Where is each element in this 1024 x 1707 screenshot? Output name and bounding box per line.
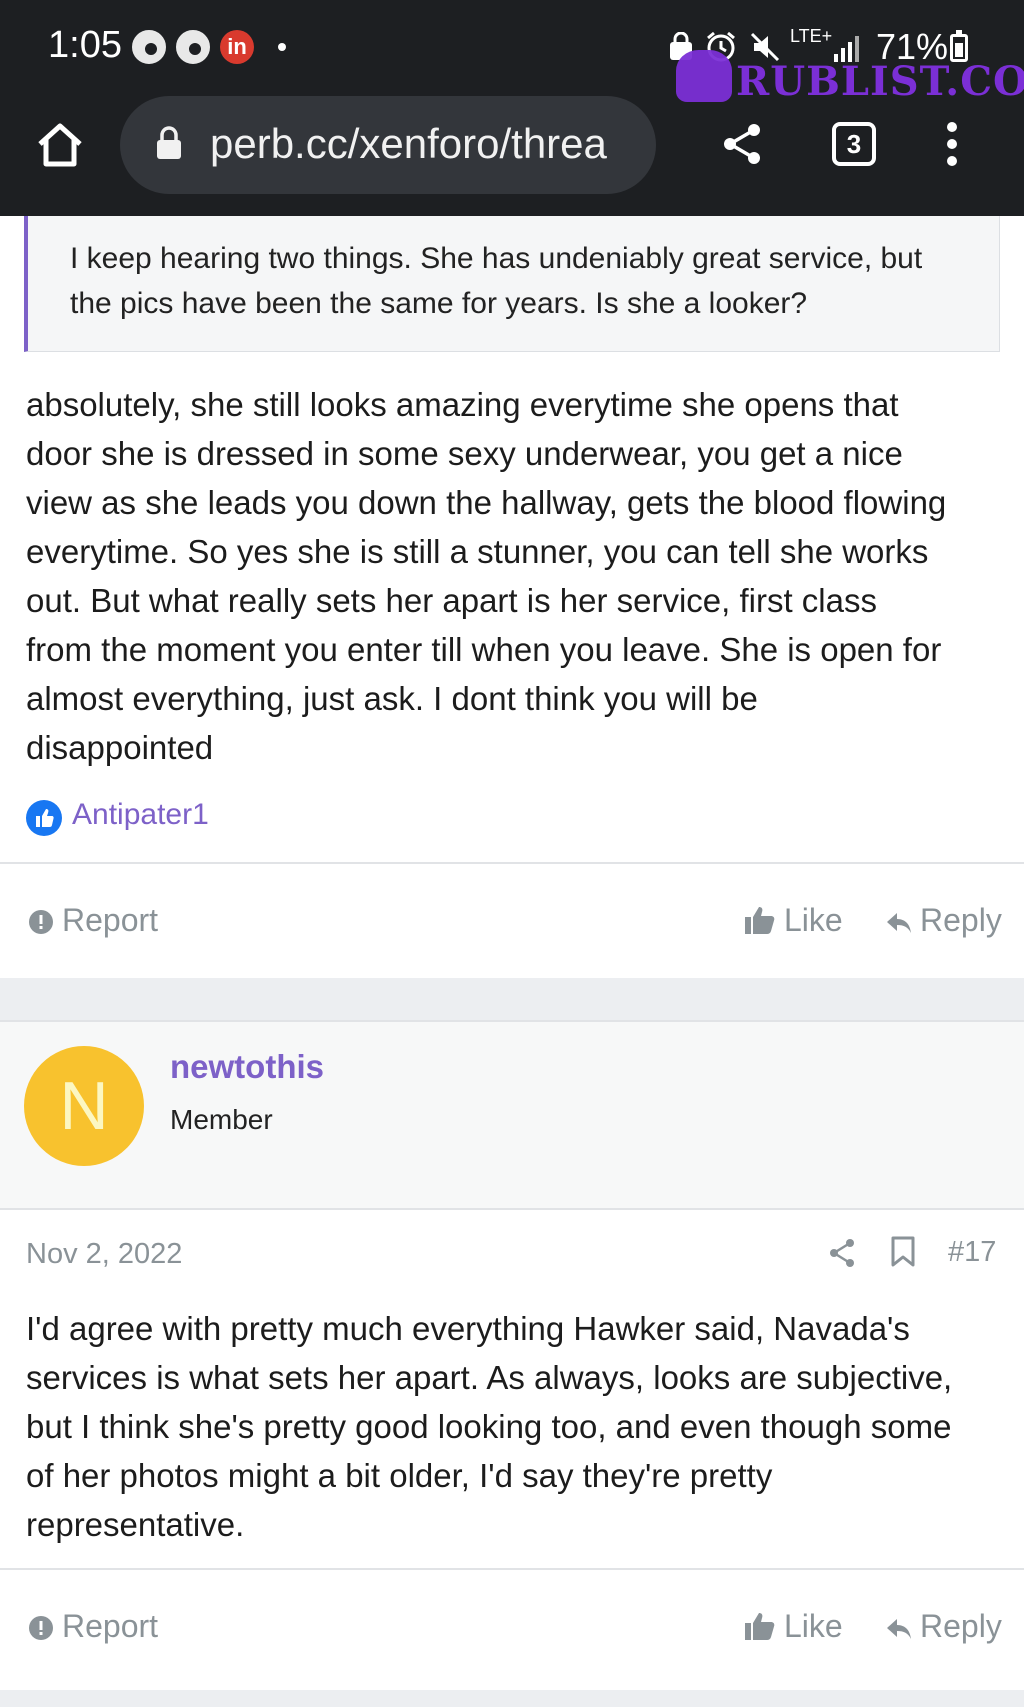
post-body-line: services is what sets her apart. As alwa… <box>26 1359 953 1396</box>
reply-label: Reply <box>920 1608 1002 1644</box>
report-label: Report <box>62 902 159 938</box>
post-body: I'd agree with pretty much everything Ha… <box>26 1304 1006 1549</box>
divider <box>0 1568 1024 1570</box>
browser-chrome: 1:05 in LTE+ 71% RUBLIST.COM <box>0 0 1024 216</box>
bookmark-button[interactable] <box>890 1236 916 1268</box>
post-body-line: but I think she's pretty good looking to… <box>26 1408 952 1445</box>
report-icon <box>29 1616 53 1640</box>
post-number-link[interactable]: #17 <box>948 1236 996 1269</box>
more-notifications-dot-icon <box>278 43 286 51</box>
report-button[interactable]: Report <box>28 1608 158 1645</box>
address-bar[interactable]: perb.cc/xenforo/threa <box>120 96 656 194</box>
reply-icon <box>887 1619 911 1639</box>
post-body-line: absolutely, she still looks amazing ever… <box>26 386 899 423</box>
linkedin-notification-icon: in <box>220 30 254 64</box>
username-link[interactable]: newtothis <box>170 1048 324 1086</box>
quote-block: I keep hearing two things. She has unden… <box>24 216 1000 352</box>
post-body-line: I'd agree with pretty much everything Ha… <box>26 1310 910 1347</box>
network-type: LTE+ <box>790 26 833 46</box>
reply-label: Reply <box>920 902 1002 938</box>
post-body-line: of her photos might a bit older, I'd say… <box>26 1457 773 1494</box>
post-body-line: door she is dressed in some sexy underwe… <box>26 435 903 472</box>
reply-icon <box>887 913 911 933</box>
watermark-logo-icon <box>676 50 732 102</box>
chrome-notification-icon <box>176 30 210 64</box>
overflow-menu-button[interactable] <box>944 122 960 168</box>
user-title: Member <box>170 1104 273 1135</box>
post-user-header: N newtothis Member <box>0 1020 1024 1210</box>
lock-icon <box>157 126 181 159</box>
like-reaction-icon <box>26 800 62 836</box>
tab-switcher-button[interactable]: 3 <box>832 122 876 166</box>
post-body-line: disappointed <box>26 729 214 766</box>
like-label: Like <box>784 902 843 938</box>
post-body-line: representative. <box>26 1506 245 1543</box>
avatar[interactable]: N <box>24 1046 144 1166</box>
share-post-button[interactable] <box>828 1238 856 1268</box>
reply-button[interactable]: Reply <box>886 1608 1002 1645</box>
chrome-notification-icon <box>132 30 166 64</box>
home-button[interactable] <box>34 118 86 170</box>
thumbs-up-icon <box>745 907 775 934</box>
divider <box>0 862 1024 864</box>
thumbs-up-icon <box>745 1613 775 1640</box>
like-button[interactable]: Like <box>744 1608 843 1645</box>
status-time: 1:05 <box>48 24 122 66</box>
post-body-line: everytime. So yes she is still a stunner… <box>26 533 929 570</box>
report-button[interactable]: Report <box>28 902 158 939</box>
post-date-link[interactable]: Nov 2, 2022 <box>26 1238 182 1271</box>
post-body: absolutely, she still looks amazing ever… <box>26 380 1006 772</box>
reaction-user-link[interactable]: Antipater1 <box>72 798 209 832</box>
post-body-line: from the moment you enter till when you … <box>26 631 942 668</box>
url-text: perb.cc/xenforo/threa <box>210 120 607 167</box>
share-button[interactable] <box>718 120 766 168</box>
report-icon <box>29 910 53 934</box>
post-body-line: almost everything, just ask. I dont thin… <box>26 680 758 717</box>
like-button[interactable]: Like <box>744 902 843 939</box>
watermark-text: RUBLIST.COM <box>736 58 1024 105</box>
report-label: Report <box>62 1608 159 1644</box>
reply-button[interactable]: Reply <box>886 902 1002 939</box>
quote-text: I keep hearing two things. She has unden… <box>70 242 923 320</box>
like-label: Like <box>784 1608 843 1644</box>
post-body-line: out. But what really sets her apart is h… <box>26 582 877 619</box>
post-body-line: view as she leads you down the hallway, … <box>26 484 947 521</box>
